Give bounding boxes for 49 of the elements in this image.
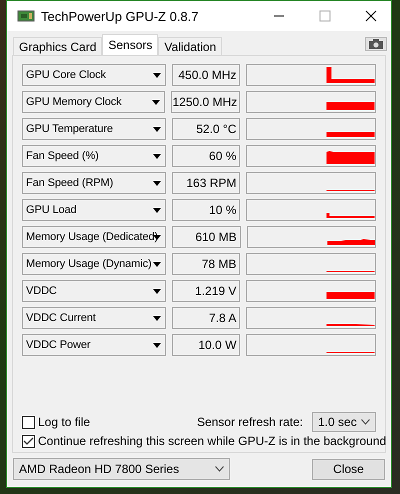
checkbox[interactable]	[22, 434, 35, 448]
caret-icon	[152, 288, 161, 294]
sensor-value: 60 %	[172, 145, 240, 167]
sensor-dropdown[interactable]: GPU Load	[22, 199, 166, 221]
sensor-dropdown[interactable]: Memory Usage (Dedicated)	[22, 226, 166, 248]
chevron-icon	[361, 419, 370, 425]
caret-icon	[152, 262, 161, 266]
sensor-dropdown[interactable]: VDDC Current	[22, 307, 166, 329]
chevron-icon	[215, 466, 224, 472]
sensor-value: 10.0 W	[172, 334, 240, 356]
sensor-value: 10 %	[172, 199, 240, 221]
tab[interactable]: Validation	[158, 37, 222, 55]
sensor-value: 78 MB	[172, 253, 240, 275]
sensor-value: 610 MB	[172, 226, 241, 248]
refresh-rate-label: Sensor refresh rate:	[196, 415, 303, 429]
sensor-dropdown[interactable]: GPU Temperature	[22, 118, 166, 140]
caret-icon	[152, 342, 161, 348]
camera-button[interactable]	[365, 37, 387, 51]
sensor-value: 1.219 V	[172, 280, 240, 302]
sensor-value: 7.8 A	[172, 307, 240, 329]
caret-icon	[152, 208, 161, 212]
refresh-rate-dropdown[interactable]: 1.0 sec	[312, 412, 376, 432]
gpu-card-icon	[17, 9, 35, 23]
sensor-value: 163 RPM	[172, 172, 240, 194]
caret-icon	[152, 154, 161, 158]
sensor-dropdown[interactable]: VDDC	[22, 280, 166, 302]
sensor-dropdown[interactable]: Memory Usage (Dynamic)	[22, 253, 166, 275]
tab[interactable]: Graphics Card	[13, 37, 102, 55]
sensor-dropdown[interactable]: Fan Speed (%)	[22, 145, 166, 167]
sensor-dropdown[interactable]: Fan Speed (RPM)	[22, 172, 166, 194]
sensor-value: 1250.0 MHz	[171, 91, 240, 113]
close-button[interactable]: Close	[312, 458, 385, 480]
sensor-value: 450.0 MHz	[172, 64, 240, 86]
checkbox[interactable]	[22, 416, 35, 428]
device-dropdown[interactable]: AMD Radeon HD 7800 Series	[13, 458, 230, 480]
sensor-dropdown[interactable]: GPU Memory Clock	[22, 91, 166, 113]
checkbox-label: Log to file	[38, 415, 90, 429]
sensor-value: 52.0 °C	[172, 118, 240, 140]
caret-icon	[152, 126, 161, 132]
caret-icon	[152, 100, 160, 104]
sensor-dropdown[interactable]: GPU Core Clock	[22, 64, 166, 86]
window-title: TechPowerUp GPU-Z 0.8.7	[41, 8, 199, 24]
close-icon[interactable]	[365, 10, 377, 22]
tab[interactable]: Sensors	[102, 34, 158, 55]
checkbox-label: Continue refreshing this screen while GPU-Z is in the background	[38, 434, 386, 448]
caret-icon	[152, 72, 161, 78]
caret-icon	[152, 316, 161, 320]
sensor-dropdown[interactable]: VDDC Power	[22, 334, 166, 356]
caret-icon	[152, 180, 161, 186]
